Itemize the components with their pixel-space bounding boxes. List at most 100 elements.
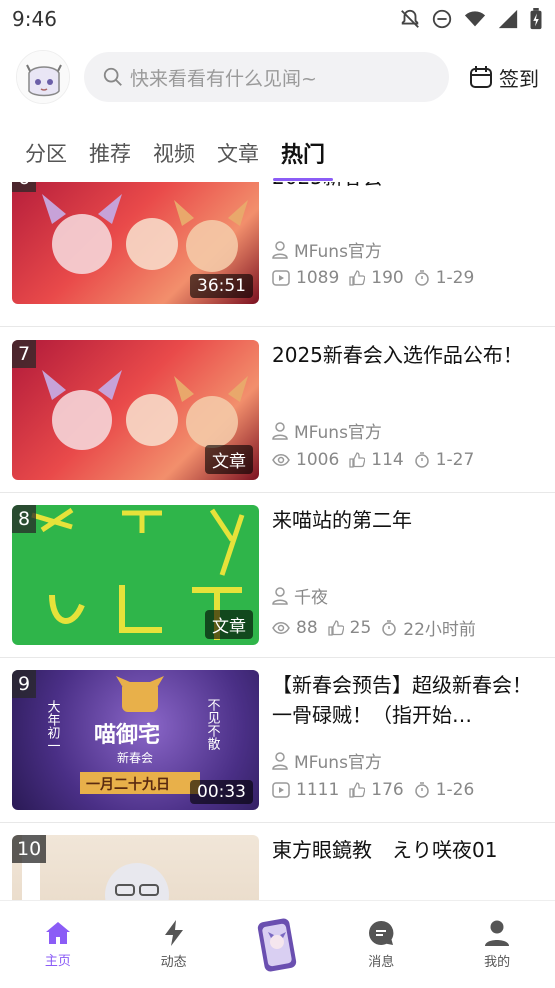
search-placeholder: 快来看看有什么见闻~ — [130, 67, 317, 90]
thumbs-up-icon — [349, 270, 366, 286]
lightning-icon — [164, 920, 183, 946]
user-avatar[interactable] — [16, 50, 70, 104]
battery-charging-icon — [530, 8, 542, 30]
nav-center-mascot[interactable] — [249, 915, 305, 975]
thumbnail: 10 — [12, 835, 259, 900]
bell-muted-icon — [401, 9, 419, 28]
nav-messages-label: 消息 — [368, 955, 395, 970]
item-author: MFuns官方 — [272, 748, 382, 773]
duration-badge: 36:51 — [190, 274, 253, 298]
play-stat: 1111 — [272, 780, 339, 800]
feed-item[interactable]: 7 文章 2025新春会入选作品公布！ MFuns官方 1006 114 1-2… — [0, 328, 555, 493]
rank-badge: 6 — [12, 182, 36, 192]
thumbs-up-icon — [327, 619, 344, 636]
search-bar[interactable]: 快来看看有什么见闻~ — [84, 52, 449, 102]
item-title: 2025新春会 — [272, 182, 541, 192]
time-stat: 22小时前 — [381, 615, 476, 640]
user-icon — [272, 751, 288, 770]
tab-video[interactable]: 视频 — [153, 128, 195, 178]
tab-article[interactable]: 文章 — [217, 128, 259, 178]
view-stat: 1006 — [272, 450, 339, 470]
timer-icon — [382, 619, 397, 636]
user-icon — [272, 586, 288, 605]
like-stat: 25 — [327, 617, 372, 638]
item-stats: 1089 190 1-29 — [272, 268, 545, 288]
user-icon — [272, 240, 288, 259]
message-icon — [369, 920, 394, 945]
author-name: MFuns官方 — [294, 423, 382, 443]
feed-item[interactable]: 10 東方眼鏡教 えり咲夜01 — [0, 823, 555, 900]
like-stat: 114 — [349, 450, 404, 470]
nav-messages[interactable]: 消息 — [341, 919, 421, 970]
home-icon — [45, 922, 70, 944]
item-title: 【新春会预告】超级新春会！一骨碌贼！（指开始… — [272, 673, 532, 727]
calendar-icon — [470, 66, 492, 88]
item-author: MFuns官方 — [272, 237, 382, 262]
tab-zone[interactable]: 分区 — [25, 128, 67, 178]
thumbnail: 大年初一 不见不散 喵御宅 新春会 一月二十九日 9 00:33 — [12, 670, 259, 810]
thumb-date: 一月二十九日 — [86, 776, 170, 793]
view-count: 88 — [296, 617, 318, 638]
header: 快来看看有什么见闻~ 签到 — [0, 44, 555, 110]
rank-badge: 10 — [12, 835, 47, 863]
author-name: MFuns官方 — [294, 242, 382, 262]
like-stat: 176 — [349, 780, 404, 800]
feed-item[interactable]: 大年初一 不见不散 喵御宅 新春会 一月二十九日 9 00:33 【新春会预告】… — [0, 658, 555, 823]
nav-home[interactable]: 主页 — [18, 920, 98, 969]
bottom-nav: 主页 动态 消息 我的 — [0, 900, 555, 988]
nav-dynamic[interactable]: 动态 — [134, 919, 214, 970]
timer-icon — [414, 270, 429, 286]
nav-profile-label: 我的 — [484, 955, 511, 970]
tab-recommend[interactable]: 推荐 — [89, 128, 131, 178]
time-stat: 1-26 — [414, 780, 475, 800]
status-icons — [399, 8, 543, 30]
timer-icon — [414, 452, 429, 468]
status-time: 9:46 — [12, 7, 57, 31]
timer-icon — [414, 782, 429, 798]
category-tabs: 分区 推荐 视频 文章 热门 — [0, 124, 555, 182]
nav-dynamic-label: 动态 — [160, 955, 187, 970]
avatar-image — [17, 51, 69, 103]
play-icon — [272, 270, 290, 286]
rank-badge: 9 — [12, 670, 36, 698]
publish-date: 22小时前 — [403, 620, 476, 640]
view-count: 1089 — [296, 268, 340, 288]
thumb-subtitle: 新春会 — [117, 750, 153, 765]
item-stats: 88 25 22小时前 — [272, 615, 545, 640]
checkin-label: 签到 — [499, 66, 539, 91]
do-not-disturb-icon — [432, 9, 452, 29]
article-badge: 文章 — [205, 445, 253, 474]
thumb-title: 喵御宅 — [94, 722, 160, 748]
item-title: 東方眼鏡教 えり咲夜01 — [272, 838, 498, 862]
thumb-vertical-left: 大年初一 — [45, 700, 61, 752]
item-author: MFuns官方 — [272, 418, 382, 443]
like-count: 190 — [371, 268, 404, 288]
search-icon — [103, 67, 122, 86]
author-name: 千夜 — [294, 588, 328, 608]
thumbnail-art — [22, 835, 169, 900]
time-stat: 1-27 — [414, 450, 474, 470]
like-count: 114 — [371, 450, 404, 470]
item-title: 来喵站的第二年 — [272, 508, 412, 532]
eye-icon — [272, 621, 290, 634]
view-count: 1111 — [296, 780, 340, 800]
feed-item[interactable]: 8 文章 来喵站的第二年 千夜 88 25 22小时前 — [0, 493, 555, 658]
tab-hot[interactable]: 热门 — [272, 127, 334, 181]
hot-feed-list: 6 36:51 2025新春会 MFuns官方 1089 190 1-29 — [0, 182, 555, 900]
thumbs-up-icon — [349, 782, 366, 798]
profile-icon — [485, 920, 510, 946]
thumbnail: 6 36:51 — [12, 182, 259, 304]
like-stat: 190 — [349, 268, 404, 288]
item-stats: 1111 176 1-26 — [272, 780, 545, 800]
like-count: 176 — [371, 780, 404, 800]
item-author: 千夜 — [272, 583, 328, 608]
author-name: MFuns官方 — [294, 753, 382, 773]
publish-date: 1-26 — [435, 780, 475, 800]
wifi-icon — [464, 11, 486, 27]
thumbnail: 8 文章 — [12, 505, 259, 645]
eye-icon — [272, 454, 290, 466]
nav-profile[interactable]: 我的 — [457, 919, 537, 970]
checkin-button[interactable]: 签到 — [463, 63, 539, 92]
like-count: 25 — [349, 617, 372, 638]
feed-item[interactable]: 6 36:51 2025新春会 MFuns官方 1089 190 1-29 — [0, 182, 555, 327]
